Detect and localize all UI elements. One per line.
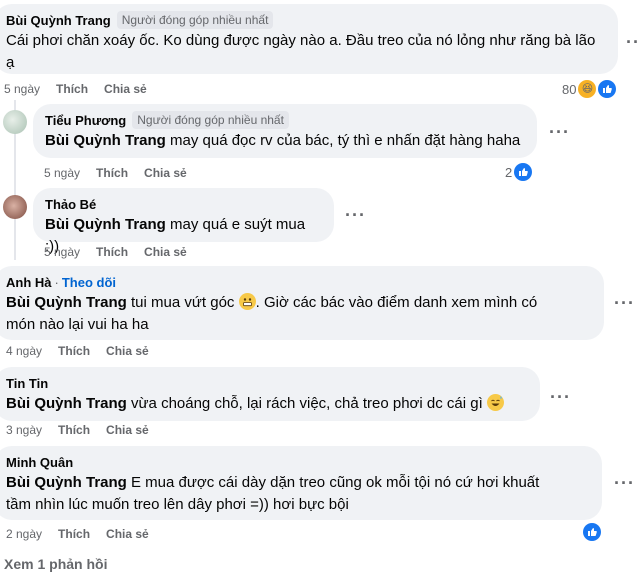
comment-author[interactable]: Thảo Bé	[45, 197, 96, 212]
mention-link[interactable]: Bùi Quỳnh Trang	[45, 216, 166, 233]
like-button[interactable]: Thích	[58, 344, 90, 358]
comment-actions: 2 ngày Thích Chia sẻ	[6, 526, 149, 542]
avatar[interactable]	[3, 195, 27, 219]
like-icon	[514, 163, 533, 181]
comment-bubble: Bùi Quỳnh Trang Người đóng góp nhiều nhấ…	[0, 4, 618, 74]
more-options-icon[interactable]: ···	[614, 474, 635, 492]
comment-time[interactable]: 2 ngày	[6, 527, 42, 541]
more-options-icon[interactable]: ···	[626, 33, 640, 51]
comment-bubble: Minh Quân Bùi Quỳnh Trang E mua được cái…	[0, 446, 602, 520]
reaction-count-number: 2	[505, 164, 513, 180]
comment-author[interactable]: Tin Tin	[6, 376, 48, 391]
comment-author[interactable]: Minh Quân	[6, 455, 73, 470]
comment-body: may quá đọc rv của bác, tý thì e nhấn đặ…	[165, 132, 521, 149]
comment-body-cont: . Giờ các bác vào điểm danh xem mình có	[255, 294, 538, 311]
comment-bubble: Thảo Bé Bùi Quỳnh Trang may quá e suýt m…	[33, 188, 334, 255]
comment-actions: 5 ngày Thích Chia sẻ	[44, 165, 187, 181]
comment-text: Bùi Quỳnh Trang tui mua vứt góc . Giờ cá…	[6, 292, 592, 314]
share-button[interactable]: Chia sẻ	[104, 82, 147, 96]
like-button[interactable]: Thích	[96, 245, 128, 259]
reaction-count[interactable]	[583, 522, 601, 542]
comment-actions: 4 ngày Thích Chia sẻ	[6, 343, 149, 359]
comment-time[interactable]: 5 ngày	[44, 245, 80, 259]
more-options-icon[interactable]: ···	[614, 294, 635, 312]
mention-link[interactable]: Bùi Quỳnh Trang	[45, 132, 166, 149]
reaction-count[interactable]: 80 😆	[562, 79, 617, 99]
grinning-sweat-emoji-icon	[486, 394, 504, 411]
more-options-icon[interactable]: ···	[550, 388, 571, 406]
comment-time[interactable]: 5 ngày	[4, 82, 40, 96]
comment-body: vừa choáng chỗ, lại rách việc, chả treo …	[126, 395, 487, 412]
share-button[interactable]: Chia sẻ	[106, 527, 149, 541]
mention-link[interactable]: Bùi Quỳnh Trang	[6, 474, 127, 491]
comment-author[interactable]: Bùi Quỳnh Trang	[6, 13, 111, 28]
comment-bubble: Tiểu Phương Người đóng góp nhiều nhất Bù…	[33, 104, 537, 158]
follow-link[interactable]: Theo dõi	[62, 275, 116, 290]
comment-body: tui mua vứt góc	[126, 294, 239, 311]
like-button[interactable]: Thích	[58, 527, 90, 541]
more-options-icon[interactable]: ···	[345, 206, 366, 224]
reaction-count-number: 80	[562, 81, 577, 97]
comment-bubble: Anh Hà · Theo dõi Bùi Quỳnh Trang tui mu…	[0, 266, 604, 340]
like-button[interactable]: Thích	[58, 423, 90, 437]
mention-link[interactable]: Bùi Quỳnh Trang	[6, 395, 127, 412]
like-icon	[598, 80, 617, 98]
comment-text: Bùi Quỳnh Trang may quá đọc rv của bác, …	[45, 130, 525, 152]
view-replies-link[interactable]: Xem 1 phản hồi	[4, 556, 107, 572]
comment-actions: 3 ngày Thích Chia sẻ	[6, 422, 149, 438]
comment-body: E mua được cái dày dặn treo cũng ok mỗi …	[126, 474, 540, 491]
comment-actions: 5 ngày Thích Chia sẻ	[44, 244, 187, 260]
top-contributor-badge: Người đóng góp nhiều nhất	[116, 11, 274, 29]
comment-time[interactable]: 4 ngày	[6, 344, 42, 358]
comment-actions: 5 ngày Thích Chia sẻ	[4, 81, 147, 97]
mention-link[interactable]: Bùi Quỳnh Trang	[6, 294, 127, 311]
comment-text-line2: ạ	[6, 54, 15, 71]
share-button[interactable]: Chia sẻ	[144, 245, 187, 259]
avatar[interactable]	[3, 110, 27, 134]
top-contributor-badge: Người đóng góp nhiều nhất	[132, 111, 289, 129]
haha-icon: 😆	[578, 80, 597, 98]
comment-text-line2: tầm nhìn lúc muốn treo lên dây phơi =)) …	[6, 496, 349, 513]
share-button[interactable]: Chia sẻ	[106, 344, 149, 358]
comment-text: Bùi Quỳnh Trang E mua được cái dày dặn t…	[6, 472, 590, 494]
share-button[interactable]: Chia sẻ	[106, 423, 149, 437]
more-options-icon[interactable]: ···	[549, 123, 570, 141]
like-button[interactable]: Thích	[96, 166, 128, 180]
comment-time[interactable]: 3 ngày	[6, 423, 42, 437]
share-button[interactable]: Chia sẻ	[144, 166, 187, 180]
like-button[interactable]: Thích	[56, 82, 88, 96]
comment-author[interactable]: Anh Hà	[6, 275, 52, 290]
comment-time[interactable]: 5 ngày	[44, 166, 80, 180]
comment-bubble: Tin Tin Bùi Quỳnh Trang vừa choáng chỗ, …	[0, 367, 540, 421]
comment-text: Bùi Quỳnh Trang vừa choáng chỗ, lại rách…	[6, 393, 528, 415]
like-icon	[583, 523, 601, 541]
reaction-count[interactable]: 2	[505, 162, 533, 182]
comment-author[interactable]: Tiểu Phương	[45, 113, 126, 128]
grimace-emoji-icon	[238, 293, 256, 310]
comment-text: Cái phơi chăn xoáy ốc. Ko dùng được ngày…	[6, 32, 596, 49]
comment-text-line2: món nào lại vui ha ha	[6, 316, 149, 333]
separator-dot: ·	[54, 274, 59, 290]
